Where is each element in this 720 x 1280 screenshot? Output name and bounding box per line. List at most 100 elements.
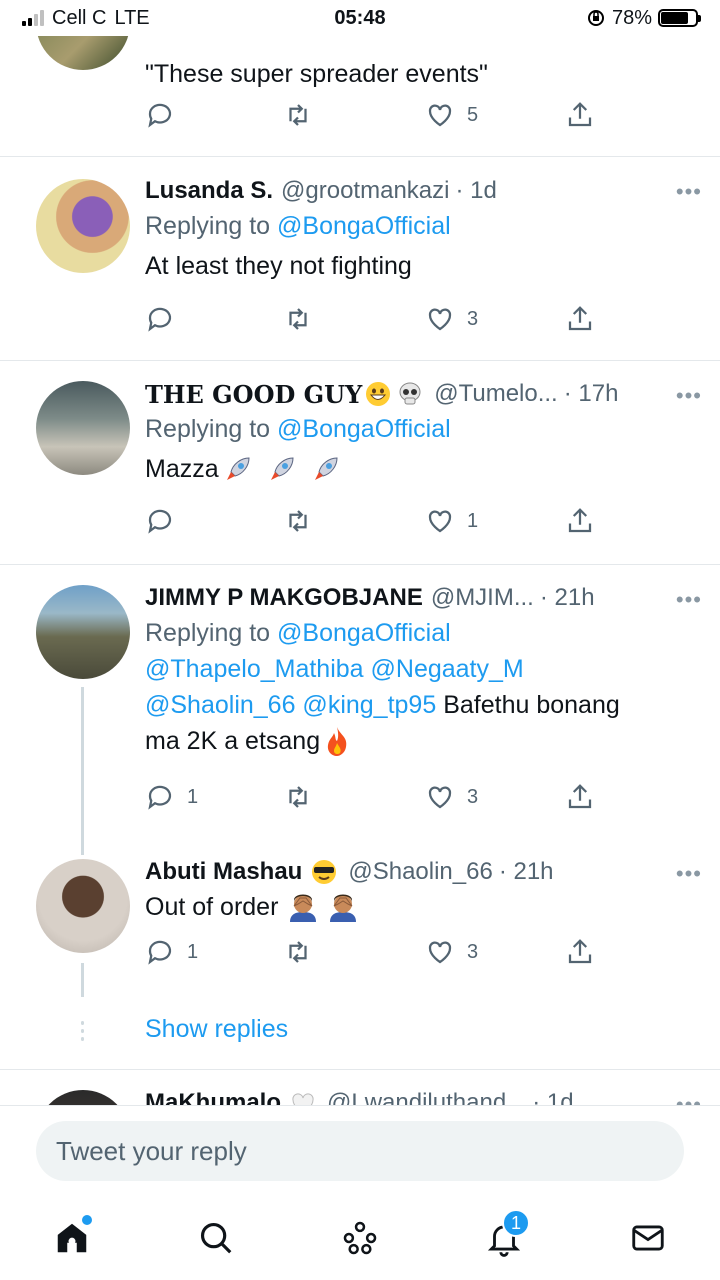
tweet-text-line: @Thapelo_Mathiba @Negaaty_M	[145, 651, 690, 687]
display-name[interactable]: JIMMY P MAKGOBJANE	[145, 584, 423, 612]
reply-action[interactable]	[145, 304, 187, 334]
show-replies-link[interactable]: Show replies	[145, 1015, 288, 1044]
tweet-actions: 1 3	[145, 782, 605, 822]
share-action[interactable]	[565, 304, 595, 334]
tweet-reply-input[interactable]	[36, 1121, 684, 1181]
reply-action[interactable]: 1	[145, 937, 198, 967]
reply-action[interactable]	[145, 100, 187, 130]
signal-icon	[22, 10, 44, 26]
user-handle[interactable]: @grootmankazi	[281, 177, 449, 205]
tweet[interactable]: ••• MaKhumalo @Lwandiluthand... · 1d	[0, 1070, 720, 1105]
grinning-emoji-icon	[366, 382, 391, 406]
share-action[interactable]	[565, 506, 595, 536]
tweet[interactable]: ••• Abuti Mashau @Shaolin_66 · 21h Out o…	[0, 845, 720, 1070]
user-handle[interactable]: @Shaolin_66	[348, 858, 492, 886]
retweet-icon	[289, 308, 307, 330]
reply-count: 1	[187, 940, 199, 963]
tweet-header: JIMMY P MAKGOBJANE @MJIM... · 21h	[145, 581, 690, 615]
white-heart-emoji-icon	[292, 1093, 314, 1105]
tweet-time: · 21h	[539, 584, 595, 611]
avatar[interactable]	[36, 1090, 130, 1105]
display-name[interactable]: MaKhumalo	[145, 1089, 281, 1105]
tweet-actions: 5	[145, 100, 605, 140]
mention-links[interactable]: @Thapelo_Mathiba @Negaaty_M	[145, 655, 524, 683]
display-name[interactable]: THE GOOD GUY	[145, 380, 362, 409]
reply-composer-bar	[0, 1105, 720, 1205]
avatar[interactable]	[36, 381, 130, 475]
like-action[interactable]: 3	[425, 304, 478, 334]
share-action[interactable]	[565, 782, 595, 812]
network-label: LTE	[114, 6, 150, 29]
reply-icon	[148, 940, 172, 965]
tab-home[interactable]	[42, 1213, 102, 1263]
status-left: Cell C LTE	[22, 7, 150, 30]
share-action[interactable]	[565, 100, 595, 130]
tweet-content: Lusanda S. @grootmankazi · 1d Replying t…	[145, 174, 690, 284]
tweet-text: ma 2K a etsang	[145, 727, 321, 755]
tweet[interactable]: ••• JIMMY P MAKGOBJANE @MJIM... · 21h Re…	[0, 565, 720, 855]
reply-icon	[148, 307, 172, 332]
share-action[interactable]	[565, 937, 595, 967]
user-handle[interactable]: @Tumelo...	[434, 380, 558, 408]
user-handle[interactable]: @Lwandiluthand...	[327, 1089, 526, 1105]
share-icon	[568, 306, 592, 331]
home-new-dot	[82, 1215, 92, 1225]
retweet-action[interactable]	[283, 782, 325, 812]
reply-action[interactable]	[145, 506, 187, 536]
tweet[interactable]: ••• THE GOOD GUY @Tumelo... · 17h Replyi…	[0, 361, 720, 564]
replying-handle-link[interactable]: @BongaOfficial	[277, 619, 451, 647]
reply-action[interactable]: 1	[145, 782, 198, 812]
avatar[interactable]	[36, 179, 130, 273]
reply-icon	[148, 509, 172, 534]
reply-icon	[148, 785, 172, 810]
replying-handle-link[interactable]: @BongaOfficial	[277, 212, 451, 240]
search-icon	[200, 1222, 232, 1254]
like-count: 5	[467, 103, 479, 126]
share-icon	[568, 102, 592, 127]
avatar[interactable]	[36, 859, 130, 953]
tweet-text: Out of order	[145, 893, 279, 921]
retweet-action[interactable]	[283, 506, 325, 536]
person-facepalm-emoji-icon	[330, 894, 357, 922]
tab-messages[interactable]	[618, 1213, 678, 1263]
heart-icon	[428, 941, 452, 964]
tweet-text: Bafethu bonang	[443, 691, 620, 719]
replying-handle-link[interactable]: @BongaOfficial	[277, 415, 451, 443]
display-name[interactable]: Abuti Mashau	[145, 858, 302, 886]
like-action[interactable]: 3	[425, 937, 478, 967]
tweet-header: THE GOOD GUY @Tumelo... · 17h	[145, 377, 690, 411]
tweet-time: · 21h	[498, 858, 554, 885]
like-action[interactable]: 3	[425, 782, 478, 812]
reply-feed[interactable]: "These super spreader events" 5 ••• Lusa…	[0, 0, 720, 1105]
bottom-tab-bar: 1	[0, 1205, 720, 1280]
orientation-lock-icon	[587, 10, 604, 26]
retweet-action[interactable]	[283, 100, 325, 130]
notifications-badge: 1	[502, 1209, 530, 1237]
like-action[interactable]: 5	[425, 100, 478, 130]
share-icon	[568, 508, 592, 533]
tab-search[interactable]	[186, 1213, 246, 1263]
thread-dot	[81, 1037, 84, 1041]
tweet-text: At least they not fighting	[145, 252, 412, 280]
mention-links[interactable]: @Shaolin_66 @king_tp95	[145, 691, 436, 719]
rocket-emoji-icon	[226, 457, 250, 480]
tweet-content: MaKhumalo @Lwandiluthand... · 1d	[145, 1086, 690, 1105]
tweet-actions: 1	[145, 506, 605, 546]
tweet-text: Mazza	[145, 455, 219, 483]
tweet[interactable]: ••• Lusanda S. @grootmankazi · 1d Replyi…	[0, 157, 720, 360]
like-action[interactable]: 1	[425, 506, 478, 536]
retweet-action[interactable]	[283, 937, 325, 967]
retweet-action[interactable]	[283, 304, 325, 334]
heart-icon	[428, 104, 452, 127]
replying-label: Replying to	[145, 619, 271, 647]
display-name[interactable]: Lusanda S.	[145, 177, 273, 205]
heart-icon	[428, 510, 452, 533]
avatar[interactable]	[36, 585, 130, 679]
reply-icon	[148, 103, 172, 128]
user-handle[interactable]: @MJIM...	[431, 584, 534, 612]
battery-icon	[658, 9, 701, 27]
thread-line	[81, 963, 84, 997]
tab-notifications[interactable]: 1	[474, 1209, 534, 1263]
tweet-actions: 3	[145, 304, 605, 344]
tab-spaces[interactable]	[330, 1213, 390, 1263]
